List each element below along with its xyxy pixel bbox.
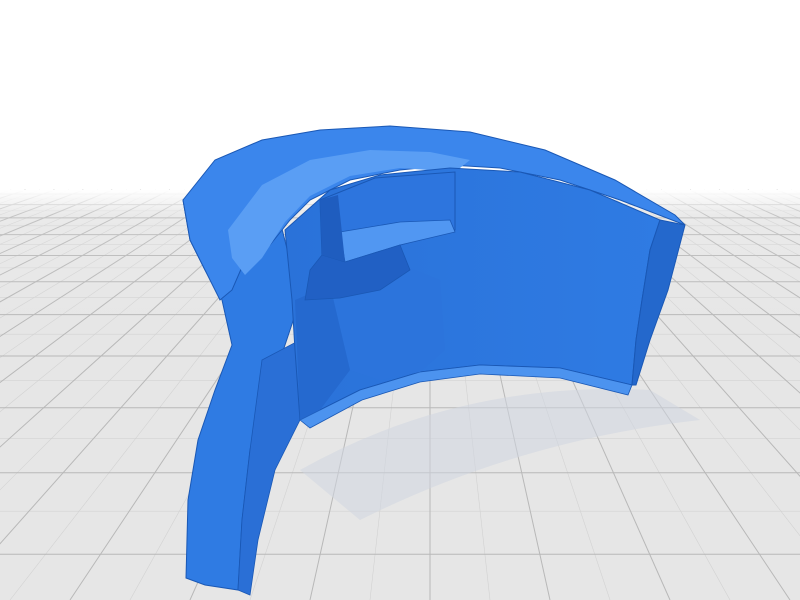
model-viewer[interactable]: [0, 0, 800, 600]
3d-render-canvas[interactable]: [0, 0, 800, 600]
